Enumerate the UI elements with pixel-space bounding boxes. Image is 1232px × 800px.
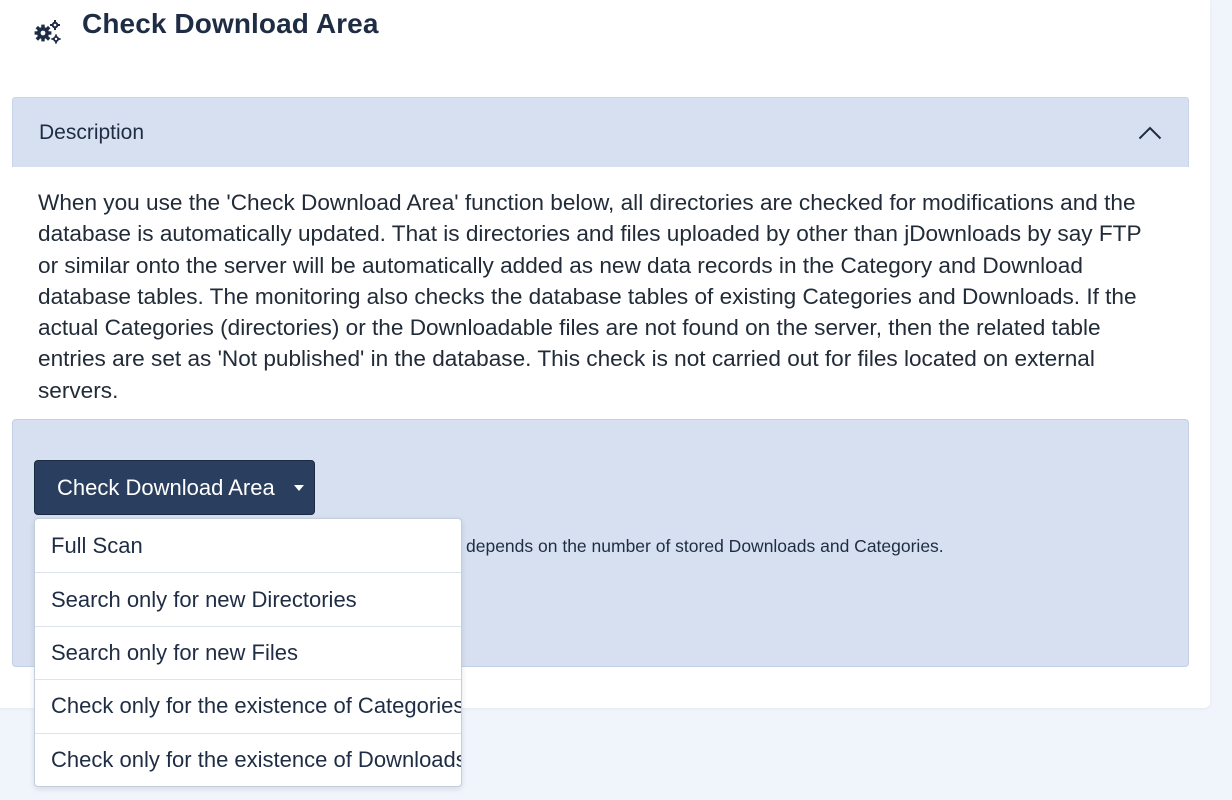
chevron-up-icon[interactable] <box>1138 126 1162 140</box>
check-download-area-button[interactable]: Check Download Area <box>34 460 315 515</box>
caret-down-icon <box>293 484 304 491</box>
dropdown-item-full-scan[interactable]: Full Scan <box>35 519 461 572</box>
dropdown-item-new-directories[interactable]: Search only for new Directories <box>35 572 461 625</box>
dropdown-item-check-downloads[interactable]: Check only for the existence of Download… <box>35 732 461 786</box>
hint-text: depends on the number of stored Download… <box>466 536 944 556</box>
description-card: Description When you use the 'Check Down… <box>12 97 1189 406</box>
check-download-area-label: Check Download Area <box>57 474 275 500</box>
description-title: Description <box>39 120 145 144</box>
check-options-dropdown: Full Scan Search only for new Directorie… <box>34 518 462 787</box>
dropdown-item-new-files[interactable]: Search only for new Files <box>35 625 461 679</box>
gears-icon <box>34 20 61 44</box>
description-header[interactable]: Description <box>12 97 1189 167</box>
page-title: Check Download Area <box>82 8 379 39</box>
dropdown-item-check-categories[interactable]: Check only for the existence of Categori… <box>35 679 461 732</box>
page-header: Check Download Area <box>32 4 379 44</box>
description-text: When you use the 'Check Download Area' f… <box>38 190 1142 403</box>
